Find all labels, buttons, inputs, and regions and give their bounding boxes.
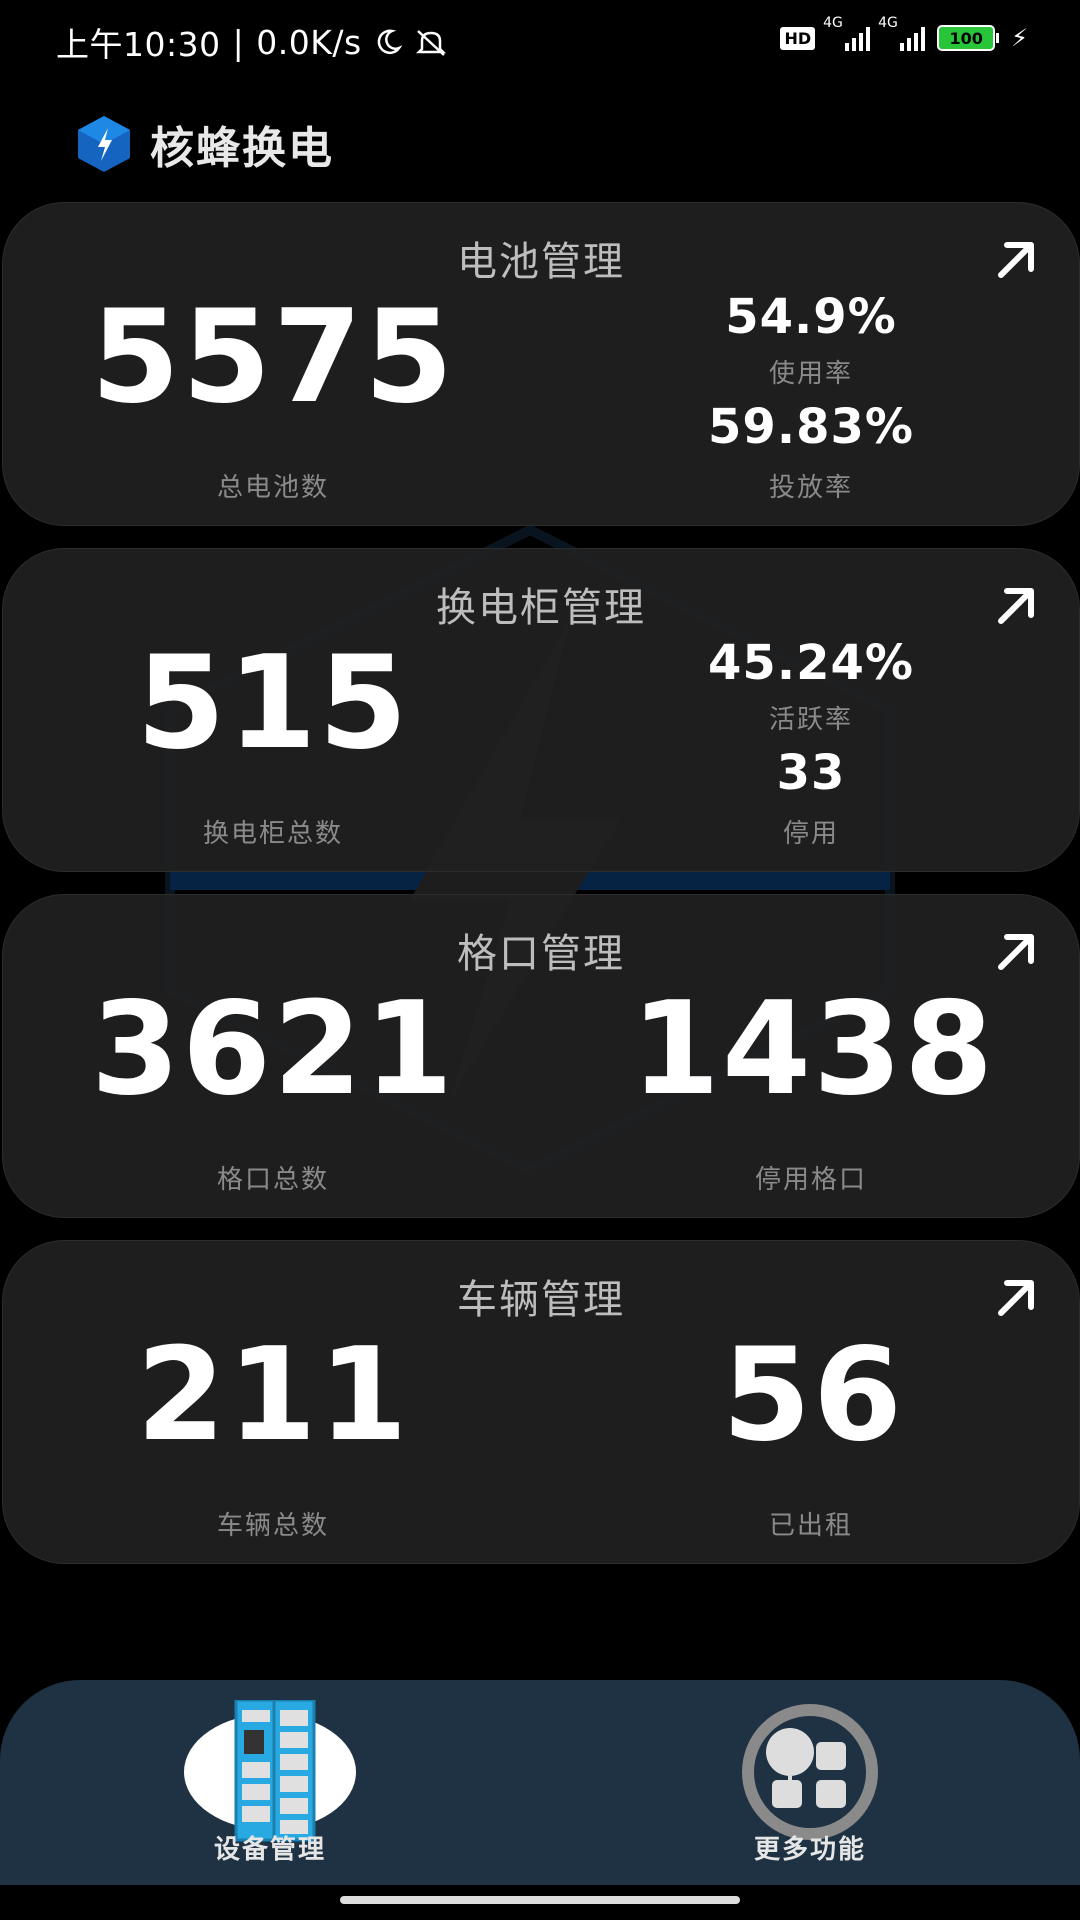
cabinet-management-card[interactable]: 换电柜管理 515 换电柜总数 45.24% 活跃率 33 停用 — [2, 548, 1080, 872]
battery-icon: 100 — [937, 25, 1000, 51]
disabled-cabinet-label: 停用 — [782, 819, 839, 849]
rented-vehicle-label: 已出租 — [768, 1511, 853, 1541]
arrow-up-right-icon[interactable] — [993, 583, 1039, 629]
signal-1-label: 4G — [823, 15, 843, 31]
signal-icon: 4G — [823, 15, 871, 51]
total-vehicle-count: 211 — [136, 1321, 410, 1470]
app-name: 核蜂换电 — [150, 123, 334, 174]
lightning-hexagon-icon — [78, 116, 130, 172]
usage-rate-label: 使用率 — [768, 359, 853, 389]
nav-device-management[interactable]: 设备管理 — [170, 1700, 370, 1880]
status-network-speed: 0.0K/s — [256, 22, 362, 62]
nav-label: 设备管理 — [213, 1835, 326, 1865]
disabled-cabinet-value: 33 — [776, 745, 846, 801]
status-right: HD 4G 4G 100 ⚡ — [780, 15, 1028, 52]
total-slot-count: 3621 — [90, 975, 456, 1124]
arrow-up-right-icon[interactable] — [993, 237, 1039, 283]
rented-vehicle-count: 56 — [721, 1321, 905, 1470]
charging-icon: ⚡ — [1011, 24, 1028, 52]
total-battery-count: 5575 — [90, 283, 456, 432]
more-functions-icon — [742, 1704, 878, 1840]
total-cabinet-label: 换电柜总数 — [202, 819, 343, 849]
total-vehicle-label: 车辆总数 — [216, 1511, 329, 1541]
signal-2-label: 4G — [878, 15, 898, 31]
active-rate-value: 45.24% — [708, 635, 914, 691]
status-left: 上午10:30 | 0.0K/s — [56, 18, 448, 66]
status-divider: | — [232, 22, 245, 62]
mute-icon — [415, 30, 446, 56]
signal-icon: 4G — [878, 15, 926, 51]
card-title: 格口管理 — [457, 931, 625, 977]
deploy-rate-value: 59.83% — [708, 399, 914, 455]
slot-management-card[interactable]: 格口管理 3621 格口总数 1438 停用格口 — [2, 894, 1080, 1218]
nav-more-functions[interactable]: 更多功能 — [710, 1700, 910, 1880]
usage-rate-value: 54.9% — [725, 289, 897, 345]
arrow-up-right-icon[interactable] — [993, 929, 1039, 975]
total-cabinet-count: 515 — [136, 629, 410, 778]
total-slot-label: 格口总数 — [216, 1165, 329, 1195]
battery-level: 100 — [937, 25, 996, 51]
total-battery-label: 总电池数 — [216, 473, 329, 503]
status-time: 上午10:30 — [56, 25, 221, 64]
moon-icon — [377, 29, 402, 55]
hd-badge: HD — [780, 26, 816, 50]
card-title: 车辆管理 — [457, 1277, 625, 1323]
card-title: 换电柜管理 — [436, 585, 646, 631]
bottom-nav: 设备管理 更多功能 — [0, 1680, 1080, 1885]
battery-cabinet-icon — [184, 1700, 356, 1842]
vehicle-management-card[interactable]: 车辆管理 211 车辆总数 56 已出租 — [2, 1240, 1080, 1564]
app-header: 核蜂换电 — [74, 112, 334, 176]
disabled-slot-label: 停用格口 — [754, 1165, 867, 1195]
battery-management-card[interactable]: 电池管理 5575 总电池数 54.9% 使用率 59.83% 投放率 — [2, 202, 1080, 526]
deploy-rate-label: 投放率 — [768, 473, 853, 503]
nav-label: 更多功能 — [753, 1835, 866, 1865]
card-title: 电池管理 — [457, 239, 625, 285]
active-rate-label: 活跃率 — [768, 705, 853, 735]
status-bar: 上午10:30 | 0.0K/s HD 4G 4G 100 ⚡ — [0, 0, 1080, 80]
home-indicator[interactable] — [340, 1896, 740, 1904]
disabled-slot-count: 1438 — [630, 975, 996, 1124]
arrow-up-right-icon[interactable] — [993, 1275, 1039, 1321]
